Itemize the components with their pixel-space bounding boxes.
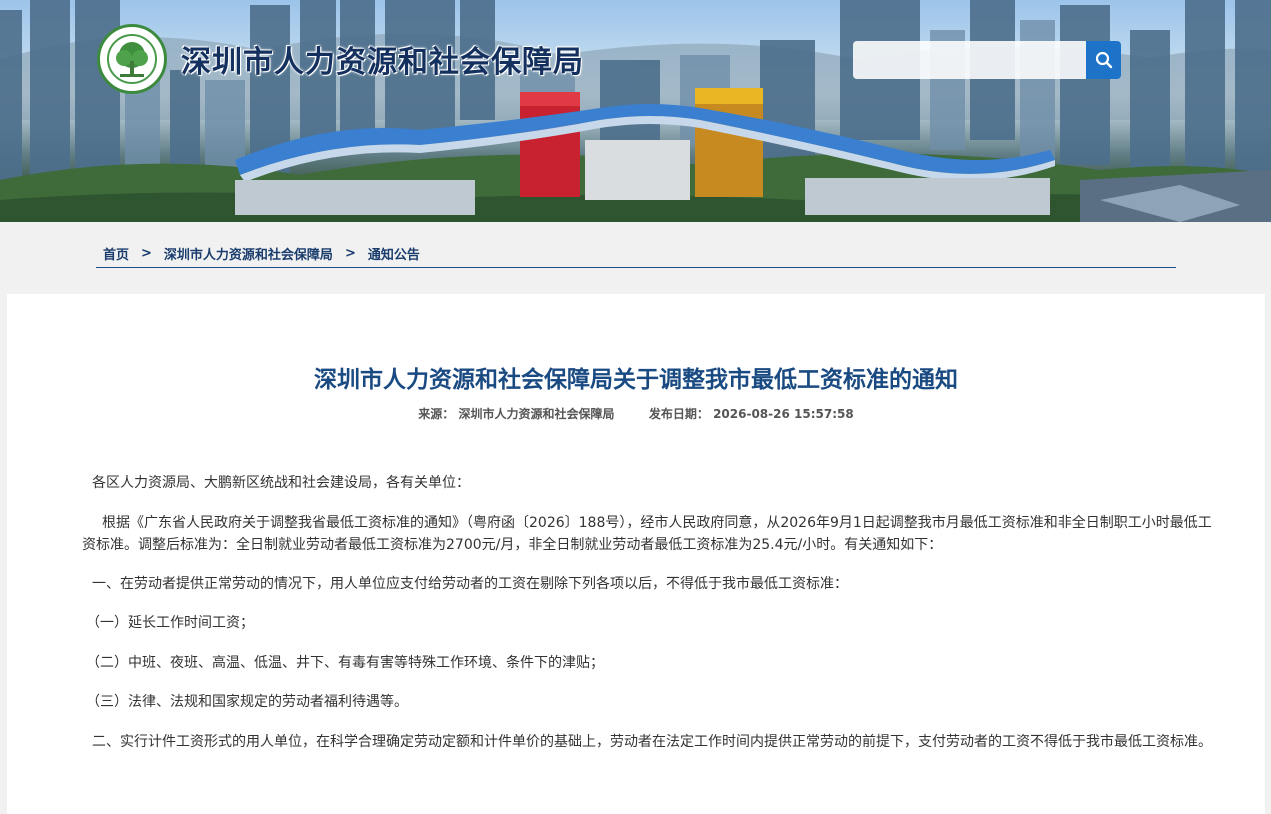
- breadcrumb-bar: 首页 > 深圳市人力资源和社会保障局 > 通知公告: [0, 222, 1271, 294]
- breadcrumb-bureau[interactable]: 深圳市人力资源和社会保障局: [164, 244, 333, 263]
- date-label: 发布日期：: [648, 407, 709, 421]
- search-icon: [1095, 51, 1112, 69]
- paragraph-intro-text: 根据《广东省人民政府关于调整我省最低工资标准的通知》（粤府函〔2026〕188号…: [82, 515, 1212, 553]
- breadcrumb-separator: >: [141, 246, 152, 261]
- article-container: 深圳市人力资源和社会保障局关于调整我市最低工资标准的通知 来源： 深圳市人力资源…: [7, 294, 1265, 814]
- paragraph-item-3: （三）法律、法规和国家规定的劳动者福利待遇等。: [86, 694, 408, 710]
- search-button[interactable]: [1086, 41, 1121, 79]
- header-banner: 深圳市人力资源和社会保障局: [0, 0, 1271, 222]
- paragraph-item-1: （一）延长工作时间工资；: [86, 615, 254, 631]
- paragraph-clause-1: 一、在劳动者提供正常劳动的情况下，用人单位应支付给劳动者的工资在剔除下列各项以后…: [92, 576, 848, 592]
- source-value: 深圳市人力资源和社会保障局: [458, 407, 615, 421]
- breadcrumb-home[interactable]: 首页: [103, 244, 129, 263]
- paragraph-clause-2: 二、实行计件工资形式的用人单位，在科学合理确定劳动定额和计件单价的基础上，劳动者…: [82, 731, 1217, 753]
- breadcrumb-separator: >: [344, 246, 356, 261]
- search-box: [853, 41, 1121, 79]
- paragraph-salutation: 各区人力资源局、大鹏新区统战和社会建设局，各有关单位：: [92, 475, 470, 491]
- paragraph-clause-2-text: 二、实行计件工资形式的用人单位，在科学合理确定劳动定额和计件单价的基础上，劳动者…: [92, 734, 1212, 750]
- tree-emblem-icon: [97, 24, 167, 94]
- paragraph-intro: 根据《广东省人民政府关于调整我省最低工资标准的通知》（粤府函〔2026〕188号…: [82, 512, 1217, 556]
- search-input[interactable]: [853, 41, 1086, 79]
- paragraph-item-2: （二）中班、夜班、高温、低温、井下、有毒有害等特殊工作环境、条件下的津贴；: [86, 655, 604, 671]
- site-title: 深圳市人力资源和社会保障局: [181, 45, 584, 80]
- article-title: 深圳市人力资源和社会保障局关于调整我市最低工资标准的通知: [314, 367, 958, 393]
- date-value: 2026-08-26 15:57:58: [713, 407, 854, 421]
- breadcrumb-notices[interactable]: 通知公告: [368, 244, 420, 263]
- source-label: 来源：: [418, 407, 455, 421]
- breadcrumb: 首页 > 深圳市人力资源和社会保障局 > 通知公告: [96, 240, 1176, 268]
- site-logo[interactable]: 深圳市人力资源和社会保障局: [97, 24, 584, 94]
- article-meta: 来源： 深圳市人力资源和社会保障局 发布日期： 2026-08-26 15:57…: [7, 405, 1265, 422]
